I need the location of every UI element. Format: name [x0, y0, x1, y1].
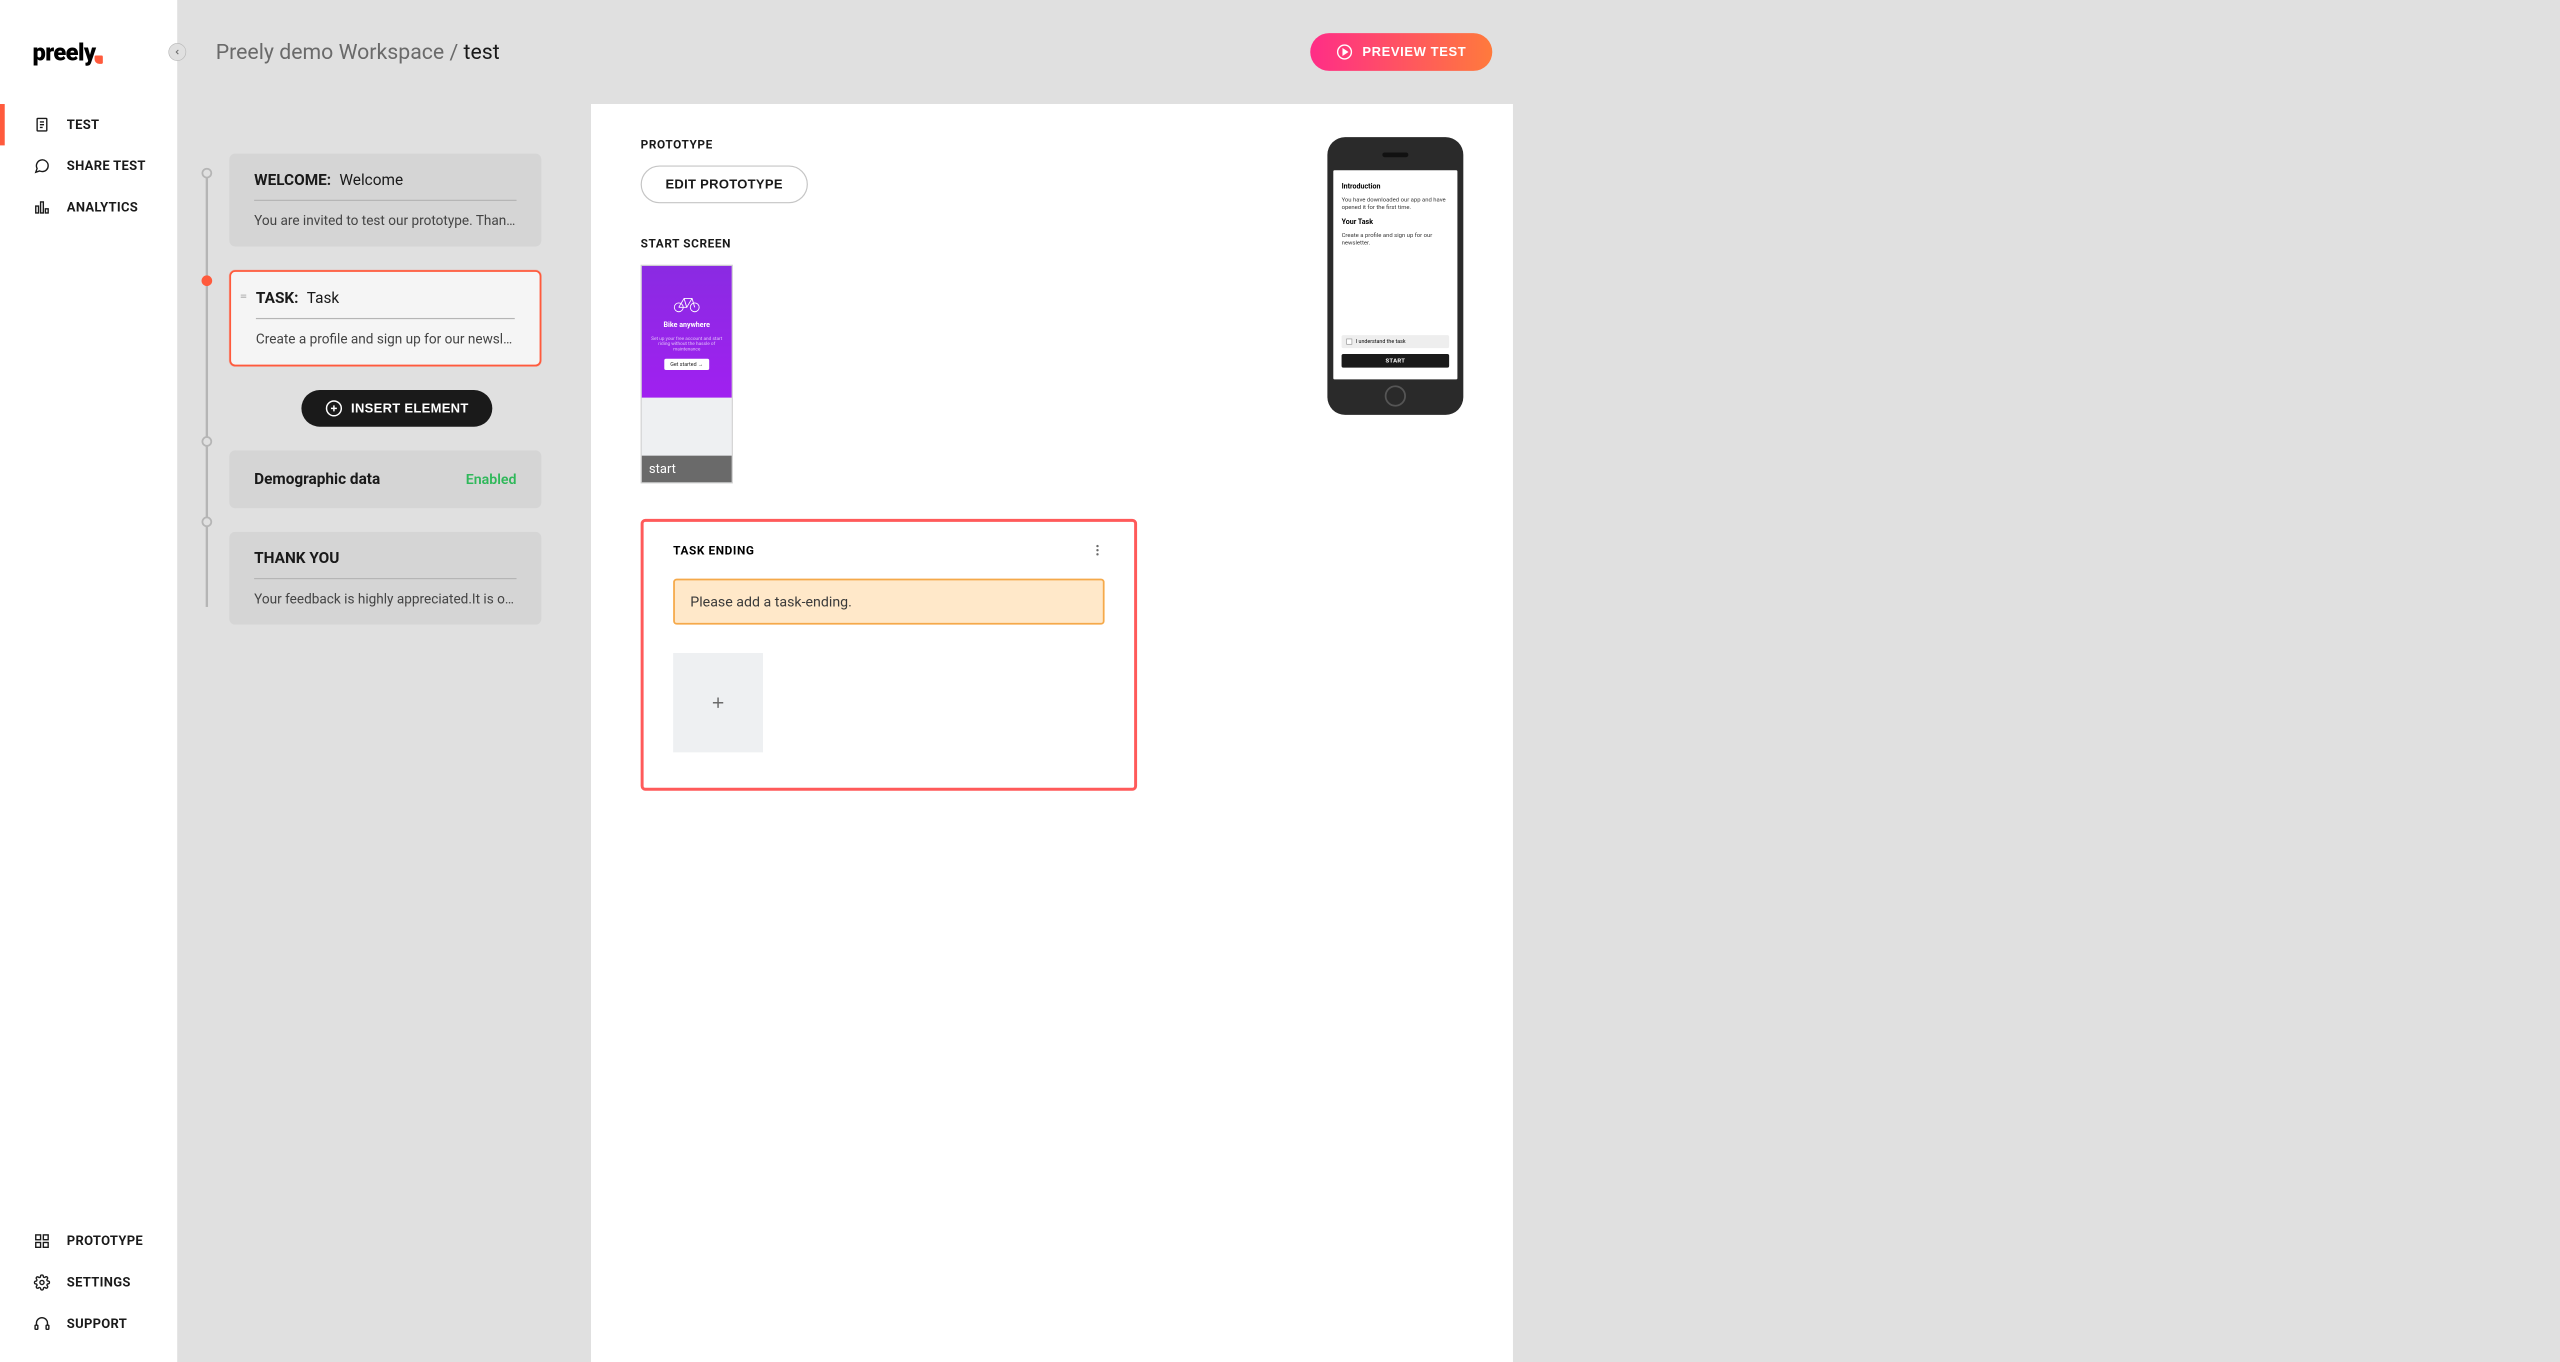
brand-logo: preely	[33, 38, 96, 66]
logo-area: preely	[0, 0, 177, 104]
sidebar-label: SETTINGS	[67, 1275, 131, 1290]
card-title: Task	[307, 290, 339, 308]
card-label: WELCOME:	[254, 171, 331, 189]
timeline-panel: WELCOME: Welcome You are invited to test…	[177, 104, 591, 1362]
card-body: Create a profile and sign up for our new…	[256, 319, 515, 347]
edit-prototype-button[interactable]: EDIT PROTOTYPE	[641, 165, 808, 203]
status-badge: Enabled	[466, 471, 517, 488]
card-title: Welcome	[339, 171, 403, 189]
grid-icon	[33, 1232, 52, 1251]
timeline-dot	[202, 436, 213, 447]
sidebar-label: PROTOTYPE	[67, 1234, 143, 1249]
chat-icon	[33, 157, 52, 176]
task-ending-label: TASK ENDING	[673, 543, 754, 557]
phone-intro-title: Introduction	[1342, 182, 1450, 190]
phone-start-button: START	[1342, 354, 1450, 368]
phone-speaker	[1382, 152, 1408, 157]
card-label: THANK YOU	[254, 550, 339, 568]
sidebar-item-support[interactable]: SUPPORT	[0, 1303, 177, 1344]
breadcrumb-workspace[interactable]: Preely demo Workspace	[216, 40, 444, 65]
sidebar-item-test[interactable]: TEST	[0, 104, 177, 145]
plus-circle-icon	[325, 400, 343, 418]
analytics-icon	[33, 198, 52, 217]
sidebar-item-prototype[interactable]: PROTOTYPE	[0, 1220, 177, 1261]
bike-icon	[673, 294, 701, 313]
card-label: TASK:	[256, 290, 299, 308]
sidebar: preely TEST SHARE TEST ANALYTICS	[0, 0, 177, 1362]
phone-task-text: Create a profile and sign up for our new…	[1342, 232, 1450, 247]
card-task[interactable]: TASK: Task Create a profile and sign up …	[229, 270, 541, 366]
card-demographic[interactable]: Demographic data Enabled	[229, 450, 541, 508]
checkbox-icon	[1346, 339, 1352, 345]
gear-icon	[33, 1273, 52, 1292]
phone-intro-text: You have downloaded our app and have ope…	[1342, 196, 1450, 211]
card-welcome[interactable]: WELCOME: Welcome You are invited to test…	[229, 154, 541, 247]
phone-task-title: Your Task	[1342, 217, 1450, 225]
breadcrumb: Preely demo Workspace / test	[216, 40, 500, 65]
card-body: Your feedback is highly appreciated.It i…	[254, 579, 516, 607]
thumb-cta: Get started →	[664, 358, 709, 369]
start-screen-thumbnail[interactable]: Bike anywhere Set up your free account a…	[641, 265, 733, 484]
main: Preely demo Workspace / test PREVIEW TES…	[177, 0, 1513, 1362]
sidebar-label: SHARE TEST	[67, 159, 146, 174]
preview-label: PREVIEW TEST	[1362, 44, 1466, 59]
phone-understand-checkbox: I understand the task	[1342, 335, 1450, 348]
topbar: Preely demo Workspace / test PREVIEW TES…	[177, 0, 1513, 104]
card-title: Demographic data	[254, 470, 380, 488]
timeline-track	[206, 171, 208, 607]
card-body: You are invited to test our prototype. T…	[254, 201, 516, 229]
drag-handle-icon[interactable]	[239, 292, 247, 300]
headset-icon	[33, 1314, 52, 1333]
timeline-dot-active	[202, 275, 213, 286]
collapse-sidebar-button[interactable]	[168, 43, 186, 61]
start-screen-label: START SCREEN	[641, 236, 1286, 250]
insert-element-button[interactable]: INSERT ELEMENT	[301, 390, 492, 427]
preview-test-button[interactable]: PREVIEW TEST	[1310, 33, 1492, 71]
thumb-subtitle: Set up your free account and start ridin…	[650, 335, 723, 351]
timeline-dot	[202, 168, 213, 179]
more-vertical-icon[interactable]	[1090, 543, 1104, 557]
thumb-title: Bike anywhere	[664, 320, 710, 328]
phone-preview: Introduction You have downloaded our app…	[1327, 137, 1463, 415]
breadcrumb-current: test	[464, 40, 500, 65]
prototype-section-label: PROTOTYPE	[641, 137, 1286, 151]
warning-message: Please add a task-ending.	[673, 579, 1104, 625]
sidebar-item-analytics[interactable]: ANALYTICS	[0, 187, 177, 228]
task-ending-section: TASK ENDING Please add a task-ending.	[641, 519, 1137, 791]
phone-home-button	[1385, 385, 1406, 406]
thumb-caption: start	[642, 456, 732, 483]
details-panel: PROTOTYPE EDIT PROTOTYPE START SCREEN Bi…	[591, 104, 1513, 1362]
sidebar-label: TEST	[67, 117, 100, 132]
sidebar-label: ANALYTICS	[67, 200, 138, 215]
add-task-ending-button[interactable]	[673, 653, 763, 752]
sidebar-item-settings[interactable]: SETTINGS	[0, 1262, 177, 1303]
sidebar-label: SUPPORT	[67, 1316, 127, 1331]
document-icon	[33, 115, 52, 134]
card-thankyou[interactable]: THANK YOU Your feedback is highly apprec…	[229, 532, 541, 625]
breadcrumb-separator: /	[449, 40, 458, 65]
timeline-dot	[202, 517, 213, 528]
insert-label: INSERT ELEMENT	[351, 401, 469, 416]
plus-icon	[709, 694, 727, 712]
sidebar-item-share[interactable]: SHARE TEST	[0, 145, 177, 186]
play-icon	[1336, 44, 1353, 61]
